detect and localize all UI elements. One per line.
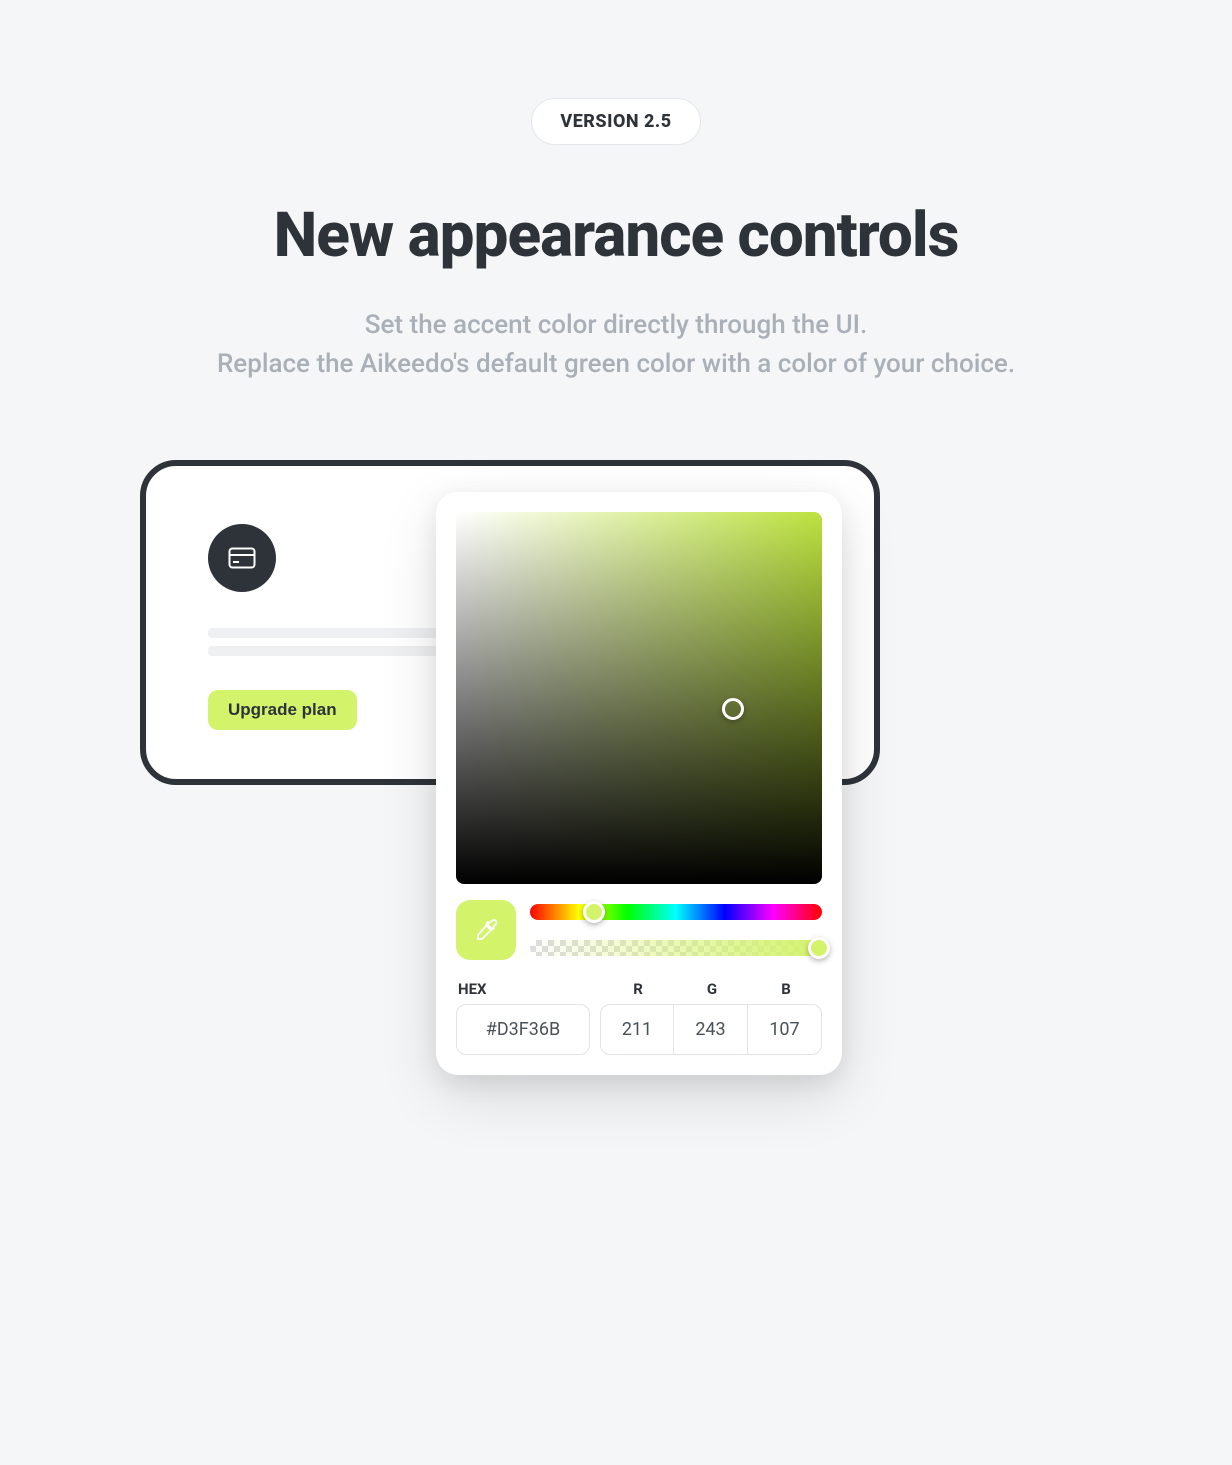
r-input[interactable] <box>600 1004 674 1055</box>
page-heading: New appearance controls <box>274 199 959 272</box>
eyedropper-icon <box>474 918 498 942</box>
saturation-value-handle[interactable] <box>722 698 744 720</box>
eyedropper-button[interactable] <box>456 900 516 960</box>
alpha-slider-handle[interactable] <box>808 937 830 959</box>
b-input[interactable] <box>748 1004 822 1055</box>
version-badge: VERSION 2.5 <box>531 98 700 145</box>
r-label: R <box>600 980 674 998</box>
credit-card-icon <box>228 547 256 569</box>
alpha-slider[interactable] <box>530 940 822 956</box>
card-icon-circle <box>208 524 276 592</box>
hex-input[interactable] <box>456 1004 590 1055</box>
hue-slider[interactable] <box>530 904 822 920</box>
b-label: B <box>748 980 822 998</box>
g-input[interactable] <box>674 1004 748 1055</box>
skeleton-line <box>208 646 458 656</box>
color-picker-panel: HEX R G B <box>436 492 842 1075</box>
hue-slider-handle[interactable] <box>583 901 605 923</box>
g-label: G <box>674 980 748 998</box>
saturation-value-panel[interactable] <box>456 512 822 884</box>
hex-label: HEX <box>456 980 590 998</box>
upgrade-plan-button[interactable]: Upgrade plan <box>208 690 357 730</box>
page-subheading: Set the accent color directly through th… <box>217 306 1015 384</box>
